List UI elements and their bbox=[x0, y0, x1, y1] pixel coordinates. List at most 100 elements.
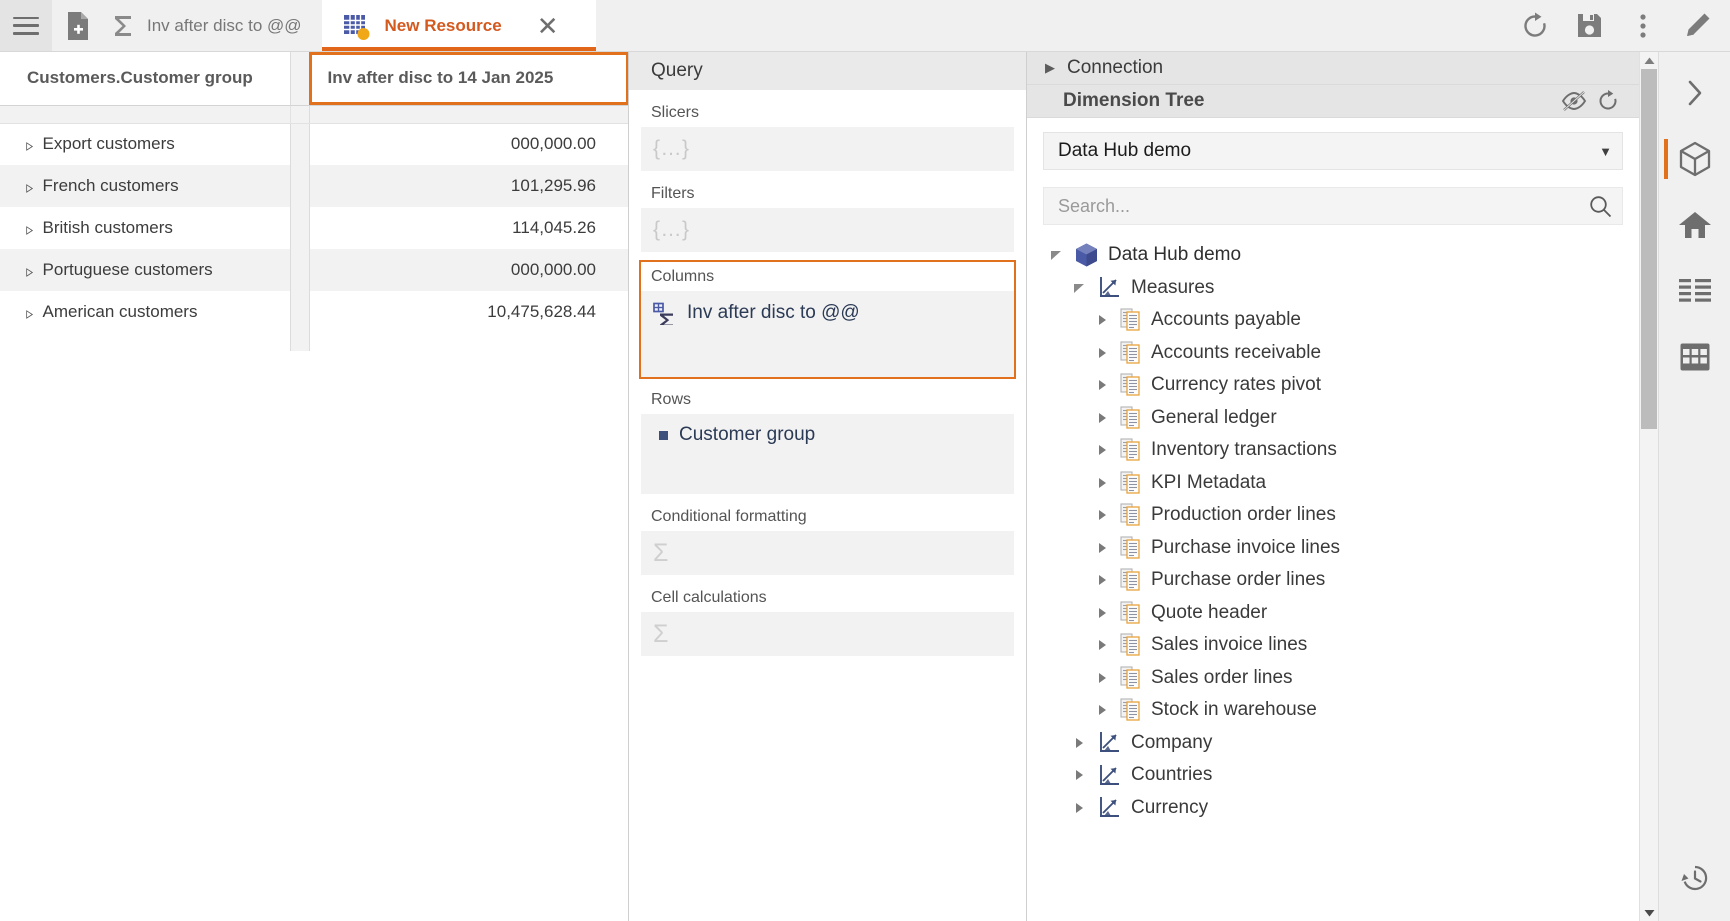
filters-dropzone[interactable]: {…} bbox=[641, 208, 1014, 252]
tree-node[interactable]: Data Hub demo bbox=[1047, 239, 1623, 272]
row-value-cell[interactable]: 10,475,628.44 bbox=[309, 291, 628, 333]
twisty-collapsed-icon[interactable] bbox=[1093, 347, 1111, 359]
tree-node-label: Sales order lines bbox=[1151, 666, 1293, 688]
conditional-formatting-dropzone[interactable]: Σ bbox=[641, 531, 1014, 575]
measure-group-icon bbox=[1120, 308, 1142, 332]
connection-section-header[interactable]: ▶ Connection bbox=[1027, 52, 1639, 85]
search-icon[interactable] bbox=[1589, 195, 1612, 218]
cube-select-dropdown[interactable]: Data Hub demo ▼ bbox=[1043, 132, 1623, 170]
measure-group-icon bbox=[1120, 666, 1142, 690]
pivot-row-label-cell[interactable]: ▹ British customers bbox=[0, 207, 290, 249]
cell-calculations-dropzone[interactable]: Σ bbox=[641, 612, 1014, 656]
twisty-collapsed-icon[interactable] bbox=[1093, 477, 1111, 489]
tree-node[interactable]: Company bbox=[1047, 727, 1623, 760]
scrollbar-track[interactable] bbox=[1640, 69, 1658, 904]
tree-node[interactable]: General ledger bbox=[1047, 402, 1623, 435]
save-button[interactable] bbox=[1562, 12, 1616, 39]
table-row[interactable]: ▹ American customers 10,475,628.44 bbox=[0, 291, 628, 333]
tree-node[interactable]: Accounts receivable bbox=[1047, 337, 1623, 370]
twisty-collapsed-icon[interactable] bbox=[1093, 672, 1111, 684]
tree-node[interactable]: Stock in warehouse bbox=[1047, 694, 1623, 727]
tree-node[interactable]: Production order lines bbox=[1047, 499, 1623, 532]
twisty-collapsed-icon[interactable] bbox=[1093, 542, 1111, 554]
edit-button[interactable] bbox=[1670, 11, 1724, 41]
expander-icon[interactable]: ▹ bbox=[26, 219, 33, 240]
rail-home-button[interactable] bbox=[1659, 192, 1730, 258]
twisty-collapsed-icon[interactable] bbox=[1093, 704, 1111, 716]
dimension-tree-scrollbar[interactable] bbox=[1639, 52, 1658, 921]
row-value-cell[interactable]: 000,000.00 bbox=[309, 123, 628, 165]
row-value-cell[interactable]: 000,000.00 bbox=[309, 249, 628, 291]
slicers-dropzone[interactable]: {…} bbox=[641, 127, 1014, 171]
rail-history-button[interactable] bbox=[1659, 845, 1730, 911]
tree-node[interactable]: Countries bbox=[1047, 759, 1623, 792]
rail-grid-button[interactable] bbox=[1659, 324, 1730, 390]
hamburger-menu-button[interactable] bbox=[0, 0, 52, 51]
twisty-collapsed-icon[interactable] bbox=[1093, 444, 1111, 456]
expander-icon[interactable]: ▹ bbox=[26, 261, 33, 282]
tree-node[interactable]: Currency bbox=[1047, 792, 1623, 825]
twisty-collapsed-icon[interactable] bbox=[1093, 314, 1111, 326]
rows-chip[interactable]: Customer group bbox=[653, 424, 815, 446]
twisty-expanded-icon[interactable] bbox=[1047, 249, 1065, 261]
scroll-up-button[interactable] bbox=[1644, 52, 1655, 69]
table-row[interactable]: ▹ British customers 114,045.26 bbox=[0, 207, 628, 249]
twisty-collapsed-icon[interactable] bbox=[1093, 607, 1111, 619]
twisty-collapsed-icon[interactable] bbox=[1070, 737, 1088, 749]
twisty-expanded-icon[interactable] bbox=[1070, 282, 1088, 294]
rows-dropzone[interactable]: Customer group bbox=[641, 414, 1014, 494]
tree-node[interactable]: KPI Metadata bbox=[1047, 467, 1623, 500]
refresh-tree-button[interactable] bbox=[1591, 90, 1625, 112]
tree-node[interactable]: Currency rates pivot bbox=[1047, 369, 1623, 402]
tab-new-resource[interactable]: New Resource ✕ bbox=[321, 0, 596, 51]
columns-dropzone[interactable]: Inv after disc to @@ bbox=[641, 291, 1014, 335]
twisty-collapsed-icon[interactable] bbox=[1093, 412, 1111, 424]
expander-icon[interactable]: ▹ bbox=[26, 177, 33, 198]
close-icon[interactable]: ✕ bbox=[537, 13, 559, 39]
tree-node[interactable]: Accounts payable bbox=[1047, 304, 1623, 337]
twisty-collapsed-icon[interactable] bbox=[1093, 509, 1111, 521]
pivot-row-label-cell[interactable]: ▹ American customers bbox=[0, 291, 290, 333]
tree-node[interactable]: Measures bbox=[1047, 272, 1623, 305]
tree-node[interactable]: Purchase invoice lines bbox=[1047, 532, 1623, 565]
pivot-row-label-cell[interactable]: ▹ French customers bbox=[0, 165, 290, 207]
tree-node[interactable]: Purchase order lines bbox=[1047, 564, 1623, 597]
twisty-collapsed-icon[interactable] bbox=[1093, 574, 1111, 586]
rail-properties-button[interactable] bbox=[1659, 258, 1730, 324]
row-value-cell[interactable]: 114,045.26 bbox=[309, 207, 628, 249]
table-row[interactable]: ▹ Export customers 000,000.00 bbox=[0, 123, 628, 165]
tree-node[interactable]: Sales invoice lines bbox=[1047, 629, 1623, 662]
new-document-button[interactable] bbox=[52, 0, 104, 51]
expand-panel-button[interactable] bbox=[1659, 60, 1730, 126]
scroll-down-button[interactable] bbox=[1644, 904, 1655, 921]
pivot-row-label-cell[interactable]: ▹ Export customers bbox=[0, 123, 290, 165]
tree-node[interactable]: Quote header bbox=[1047, 597, 1623, 630]
scrollbar-thumb[interactable] bbox=[1641, 69, 1657, 429]
chevron-down-icon[interactable]: ▼ bbox=[1599, 144, 1612, 159]
row-value-cell[interactable]: 101,295.96 bbox=[309, 165, 628, 207]
twisty-collapsed-icon[interactable] bbox=[1093, 379, 1111, 391]
chevron-right-icon[interactable]: ▶ bbox=[1045, 60, 1055, 76]
columns-dropzone-empty[interactable] bbox=[641, 335, 1014, 377]
hide-empty-button[interactable] bbox=[1557, 91, 1591, 111]
twisty-collapsed-icon[interactable] bbox=[1070, 769, 1088, 781]
rail-dimension-tree-button[interactable] bbox=[1659, 126, 1730, 192]
more-options-button[interactable] bbox=[1616, 13, 1670, 39]
twisty-collapsed-icon[interactable] bbox=[1070, 802, 1088, 814]
pivot-row-header[interactable]: Customers.Customer group bbox=[0, 52, 290, 106]
tree-node[interactable]: Inventory transactions bbox=[1047, 434, 1623, 467]
pivot-value-header[interactable]: Inv after disc to 14 Jan 2025 bbox=[309, 52, 628, 106]
search-input[interactable] bbox=[1058, 195, 1589, 217]
table-row[interactable]: ▹ Portuguese customers 000,000.00 bbox=[0, 249, 628, 291]
expander-icon[interactable]: ▹ bbox=[26, 303, 33, 324]
refresh-button[interactable] bbox=[1508, 12, 1562, 40]
columns-chip[interactable]: Inv after disc to @@ bbox=[653, 302, 860, 325]
query-panel-body: Slicers {…} Filters {…} Columns Inv afte… bbox=[629, 90, 1026, 921]
tree-node[interactable]: Sales order lines bbox=[1047, 662, 1623, 695]
search-box[interactable] bbox=[1043, 187, 1623, 225]
pivot-row-label-cell[interactable]: ▹ Portuguese customers bbox=[0, 249, 290, 291]
table-row[interactable]: ▹ French customers 101,295.96 bbox=[0, 165, 628, 207]
expander-icon[interactable]: ▹ bbox=[26, 135, 33, 156]
tab-inv-after-disc[interactable]: Inv after disc to @@ bbox=[104, 0, 322, 51]
twisty-collapsed-icon[interactable] bbox=[1093, 639, 1111, 651]
